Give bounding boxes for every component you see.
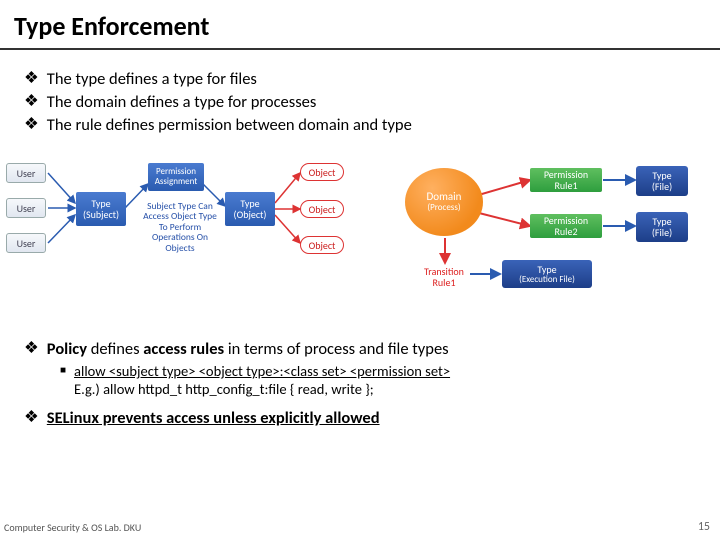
perm-rule-1-box: Permission Rule1: [530, 168, 602, 192]
policy-tail: in terms of process and file types: [224, 339, 449, 359]
policy-rules: access rules: [143, 339, 224, 359]
policy-lead: Policy: [47, 339, 87, 359]
type-file-box-2: Type (File): [636, 212, 688, 242]
object-box-1: Object: [300, 163, 344, 181]
selinux-bullet: ❖ SELinux prevents access unless explici…: [24, 408, 696, 428]
arrows-svg: [0, 148, 720, 328]
type-object-box: Type (Object): [225, 192, 275, 226]
user-box-2: User: [6, 198, 46, 218]
slide-title: Type Enforcement: [0, 0, 720, 50]
footer-right: 15: [698, 520, 710, 534]
lower-bullets: ❖ Policy defines access rules in terms o…: [0, 328, 720, 437]
type-exec-l2: (Execution File): [519, 275, 575, 285]
object-box-2: Object: [300, 200, 344, 218]
type-file-2-l2: (File): [652, 227, 672, 238]
type-subject-l2: (Subject): [83, 209, 119, 220]
allow-line1: allow <subject type> <object type>:<clas…: [74, 362, 450, 380]
transition-label: Transition Rule1: [418, 264, 470, 290]
bullet-2: ❖The domain defines a type for processes: [24, 92, 696, 112]
subject-caption: Subject Type Can Access Object Type To P…: [140, 198, 220, 256]
type-subject-box: Type (Subject): [76, 192, 126, 226]
type-exec-box: Type (Execution File): [502, 260, 592, 288]
domain-box: Domain (Process): [405, 168, 483, 236]
domain-l2: (Process): [427, 203, 460, 213]
policy-mid: defines: [87, 339, 143, 359]
selinux-text: SELinux prevents access unless explicitl…: [47, 408, 380, 428]
perm-assign-box: Permission Assignment: [148, 163, 204, 191]
bullet-1-text: The type defines a type for files: [47, 69, 257, 89]
allow-text: allow <subject type> <object type>:<clas…: [74, 362, 450, 398]
diagram: User User User Type (Subject) Permission…: [0, 148, 720, 328]
allow-line2: E.g.) allow httpd_t http_config_t:file {…: [74, 380, 374, 398]
type-exec-l1: Type: [537, 264, 556, 275]
type-file-1-l2: (File): [652, 181, 672, 192]
bullet-1: ❖The type defines a type for files: [24, 69, 696, 89]
top-bullets: ❖The type defines a type for files ❖The …: [0, 50, 720, 144]
user-box-3: User: [6, 233, 46, 253]
bullet-3-text: The rule defines permission between doma…: [47, 115, 412, 135]
policy-bullet: ❖ Policy defines access rules in terms o…: [24, 339, 696, 359]
allow-sub-bullet: ■ allow <subject type> <object type>:<cl…: [60, 362, 696, 398]
type-object-l2: (Object): [234, 209, 267, 220]
footer-left: Computer Security & OS Lab. DKU: [4, 521, 141, 534]
policy-text: Policy defines access rules in terms of …: [47, 339, 449, 359]
perm-rule-2-box: Permission Rule2: [530, 214, 602, 238]
type-file-box-1: Type (File): [636, 166, 688, 196]
user-box-1: User: [6, 163, 46, 183]
bullet-2-text: The domain defines a type for processes: [47, 92, 317, 112]
perm-assign-l2: Assignment: [155, 177, 198, 187]
object-box-3: Object: [300, 236, 344, 254]
bullet-3: ❖The rule defines permission between dom…: [24, 115, 696, 135]
